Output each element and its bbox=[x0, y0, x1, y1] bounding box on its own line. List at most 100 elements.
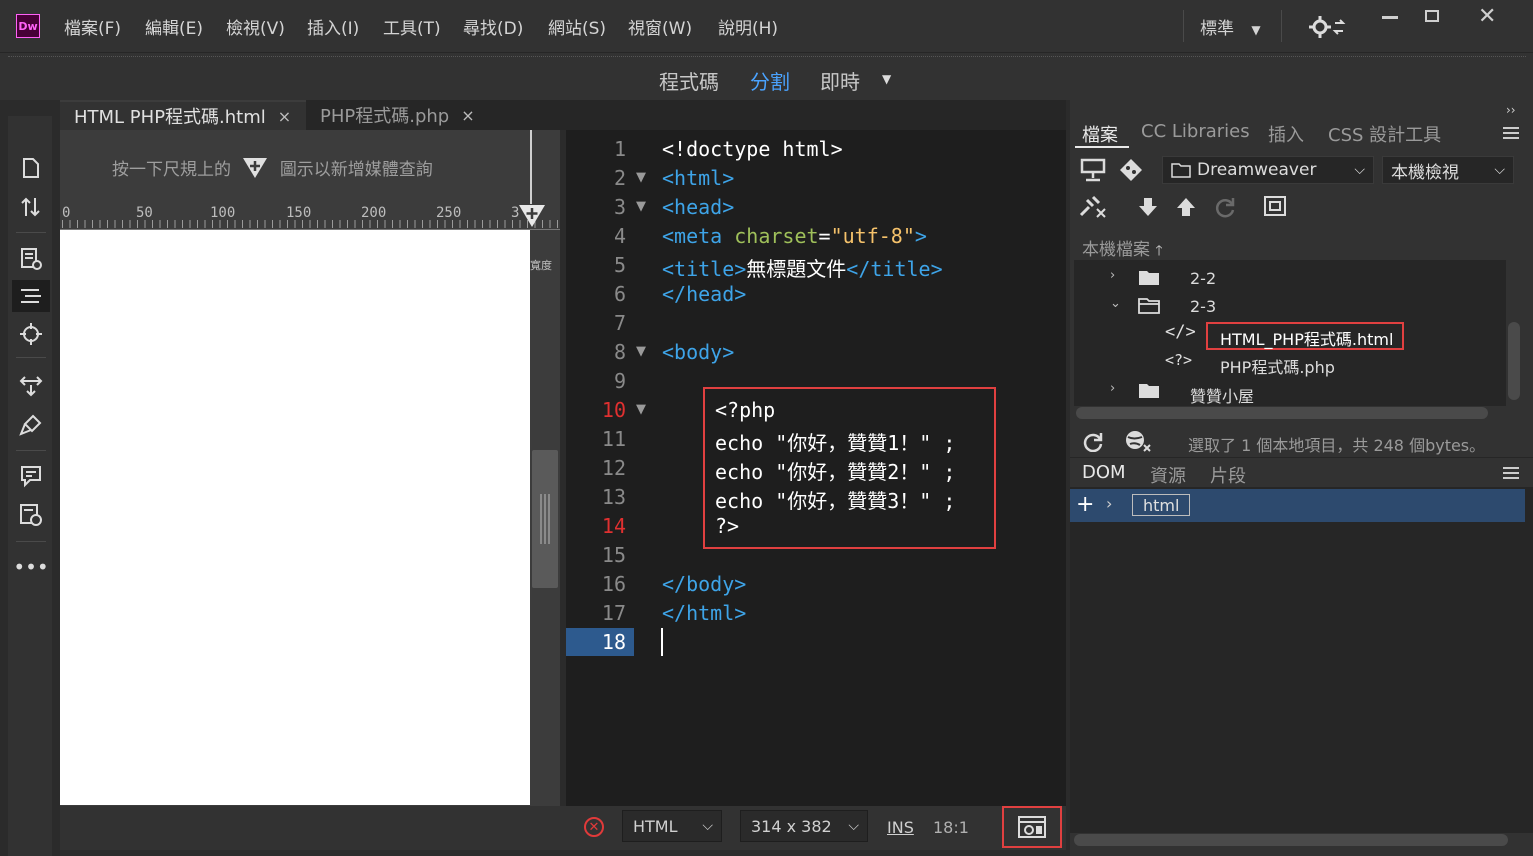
view-mode-select[interactable]: 本機檢視 ⌵ bbox=[1382, 156, 1514, 184]
document-type-select[interactable]: HTML ⌵ bbox=[622, 810, 722, 842]
minimize-icon[interactable] bbox=[1382, 16, 1398, 19]
inspect-icon[interactable] bbox=[18, 246, 44, 272]
maximize-icon[interactable] bbox=[1425, 10, 1439, 22]
fold-toggle-icon[interactable]: ▼ bbox=[636, 344, 646, 359]
code-line: <meta charset="utf-8"> bbox=[662, 224, 927, 248]
horizontal-scrollbar[interactable] bbox=[1076, 407, 1488, 419]
code-line: echo "你好，贊贊1！" ; bbox=[715, 431, 956, 455]
menu-insert[interactable]: 插入(I) bbox=[307, 14, 359, 39]
line-number: 6 bbox=[613, 282, 626, 306]
chevron-right-icon[interactable]: › bbox=[1106, 494, 1112, 513]
close-icon[interactable]: ✕ bbox=[1478, 4, 1496, 29]
menu-file[interactable]: 檔案(F) bbox=[64, 14, 121, 39]
file-icon[interactable] bbox=[18, 155, 44, 181]
local-files-label: 本機檔案 bbox=[1082, 240, 1150, 260]
dom-node-html[interactable]: html bbox=[1132, 494, 1191, 516]
resize-handle[interactable] bbox=[532, 450, 558, 588]
tab-dom[interactable]: DOM bbox=[1082, 462, 1126, 483]
live-preview-button[interactable] bbox=[1002, 806, 1062, 848]
panel-menu-icon[interactable] bbox=[1503, 127, 1519, 139]
code-token-tag: </title> bbox=[846, 257, 943, 281]
status-bar-left bbox=[60, 806, 566, 850]
document-type-value: HTML bbox=[633, 816, 678, 836]
panel-menu-icon[interactable] bbox=[1503, 467, 1519, 479]
toolbar-divider bbox=[16, 357, 46, 358]
tab-css-designer[interactable]: CSS 設計工具 bbox=[1328, 121, 1441, 147]
tab-insert[interactable]: 插入 bbox=[1268, 121, 1304, 147]
brush-icon[interactable] bbox=[18, 412, 44, 438]
target-icon[interactable] bbox=[18, 321, 44, 347]
menu-view[interactable]: 檢視(V) bbox=[226, 14, 285, 39]
refresh-icon[interactable] bbox=[1082, 430, 1104, 457]
tab-cc-libraries[interactable]: CC Libraries bbox=[1141, 121, 1250, 142]
code-line: ?> bbox=[715, 514, 740, 538]
horizontal-scrollbar[interactable] bbox=[1074, 834, 1508, 846]
collapse-panel-icon[interactable]: ›› bbox=[1506, 103, 1516, 117]
close-icon[interactable]: × bbox=[461, 106, 474, 125]
comment-icon[interactable] bbox=[18, 463, 44, 489]
resize-icon[interactable] bbox=[18, 372, 44, 398]
view-live-button[interactable]: 即時 bbox=[820, 66, 860, 95]
upload-icon[interactable] bbox=[1176, 196, 1196, 223]
chevron-down-icon[interactable]: ⌄ bbox=[1110, 296, 1121, 311]
arrows-sort-icon[interactable] bbox=[18, 194, 44, 220]
tree-item-folder[interactable]: 贊贊小屋 bbox=[1190, 383, 1254, 407]
fold-toggle-icon[interactable]: ▼ bbox=[636, 170, 646, 185]
line-number: 15 bbox=[601, 543, 626, 567]
tab-html-php-file[interactable]: HTML PHP程式碼.html × bbox=[60, 100, 306, 130]
tree-item-file[interactable]: PHP程式碼.php bbox=[1220, 354, 1335, 378]
code-token-tag: <title> bbox=[662, 257, 747, 281]
active-tab-indicator bbox=[1075, 146, 1129, 148]
site-select[interactable]: Dreamweaver ⌵ bbox=[1162, 156, 1374, 184]
fold-toggle-icon[interactable]: ▼ bbox=[636, 199, 646, 214]
globe-icon[interactable] bbox=[1124, 429, 1154, 458]
disconnect-icon[interactable] bbox=[1078, 194, 1108, 223]
tab-snippets[interactable]: 片段 bbox=[1210, 462, 1246, 488]
error-icon[interactable]: ✕ bbox=[584, 817, 604, 837]
line-number: 13 bbox=[601, 485, 626, 509]
insert-mode-toggle[interactable]: INS bbox=[887, 818, 914, 837]
connect-server-icon[interactable] bbox=[1080, 157, 1106, 188]
plus-icon[interactable]: + bbox=[1076, 492, 1094, 517]
fold-toggle-icon[interactable]: ▼ bbox=[636, 402, 646, 417]
dom-structure-icon[interactable] bbox=[18, 284, 44, 310]
view-code-button[interactable]: 程式碼 bbox=[659, 66, 719, 95]
tree-item-folder[interactable]: 2-3 bbox=[1190, 297, 1216, 316]
checklist-icon[interactable] bbox=[18, 502, 44, 528]
more-icon[interactable]: ••• bbox=[13, 554, 48, 580]
tab-assets[interactable]: 資源 bbox=[1150, 462, 1186, 488]
code-token-eq: = bbox=[818, 224, 831, 248]
page-canvas[interactable] bbox=[60, 230, 530, 805]
dom-tree[interactable] bbox=[1070, 487, 1533, 833]
window-size-select[interactable]: 314 x 382 ⌵ bbox=[740, 810, 868, 842]
vertical-scrollbar[interactable] bbox=[1508, 322, 1520, 400]
git-icon[interactable] bbox=[1118, 157, 1144, 188]
tree-item-file-selected[interactable]: HTML_PHP程式碼.html bbox=[1220, 326, 1393, 350]
tab-files[interactable]: 檔案 bbox=[1082, 121, 1118, 147]
gear-sync-icon[interactable] bbox=[1308, 14, 1346, 40]
download-icon[interactable] bbox=[1138, 196, 1158, 223]
chevron-right-icon[interactable]: › bbox=[1110, 381, 1115, 396]
close-icon[interactable]: × bbox=[278, 107, 291, 126]
menu-site[interactable]: 網站(S) bbox=[548, 14, 606, 39]
chevron-down-icon: ⌵ bbox=[1354, 162, 1365, 178]
menu-tools[interactable]: 工具(T) bbox=[383, 14, 441, 39]
expand-panel-icon[interactable] bbox=[1264, 196, 1286, 221]
sync-icon[interactable] bbox=[1214, 196, 1236, 223]
menu-edit[interactable]: 編輯(E) bbox=[145, 14, 203, 39]
menu-divider bbox=[1281, 10, 1282, 42]
tab-php-file[interactable]: PHP程式碼.php × bbox=[306, 100, 492, 130]
menu-help[interactable]: 說明(H) bbox=[718, 14, 778, 39]
workspace-layout-select[interactable]: 標準 ▼ bbox=[1200, 14, 1261, 39]
tree-item-folder[interactable]: 2-2 bbox=[1190, 269, 1216, 288]
ruler-tick-label: 50 bbox=[136, 205, 153, 221]
menu-find[interactable]: 尋找(D) bbox=[463, 14, 523, 39]
view-split-button[interactable]: 分割 bbox=[750, 66, 790, 95]
menu-window[interactable]: 視窗(W) bbox=[628, 14, 692, 39]
cursor-position: 18:1 bbox=[933, 818, 969, 837]
sort-up-icon: 🡑 bbox=[1155, 243, 1163, 259]
chevron-right-icon[interactable]: › bbox=[1110, 268, 1115, 283]
add-media-query-icon[interactable] bbox=[518, 204, 546, 233]
chevron-down-icon[interactable]: ▼ bbox=[882, 72, 891, 86]
dom-node-label: html bbox=[1143, 495, 1180, 515]
